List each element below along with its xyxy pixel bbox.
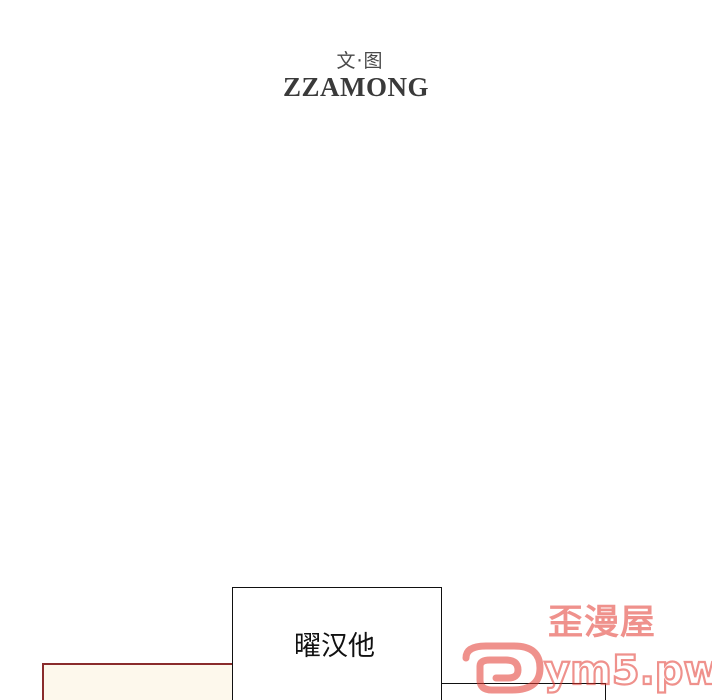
site-watermark: 歪漫屋 ym5.pw	[462, 590, 712, 698]
comic-panel-left	[42, 663, 242, 700]
watermark-url: ym5.pw	[544, 648, 712, 694]
author-name: ZZAMONG	[282, 72, 429, 102]
comic-page: 文·图 ZZAMONG 曜汉他 歪漫屋 ym5.pw	[0, 0, 720, 700]
watermark-url-logo: ym5.pw	[462, 642, 712, 695]
credit-label: 文·图	[336, 50, 384, 72]
watermark-swoosh-icon	[462, 642, 544, 694]
speech-text: 曜汉他	[294, 631, 375, 662]
